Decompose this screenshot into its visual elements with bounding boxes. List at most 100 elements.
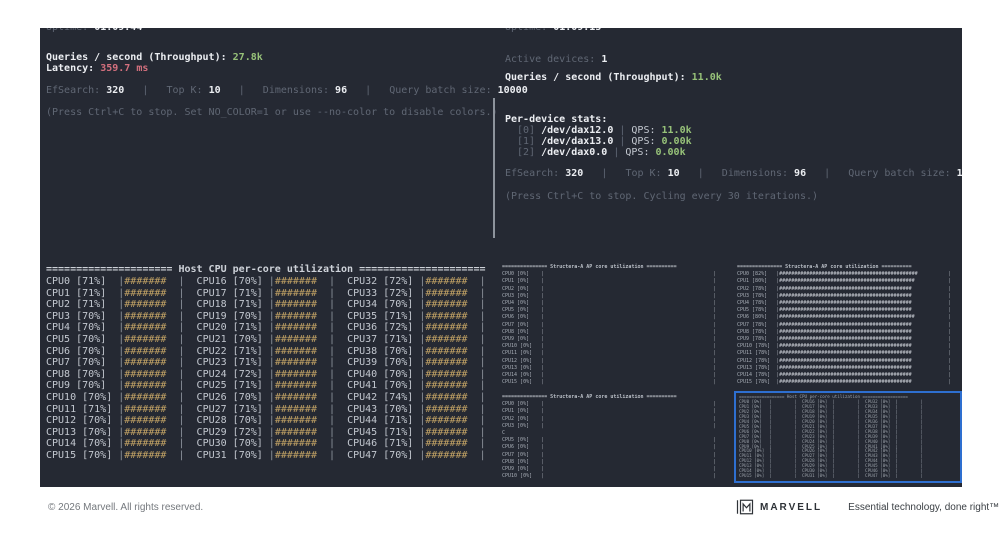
uptime-label: Uptime: xyxy=(505,28,547,33)
host-cpu-row: CPU15 [70%] |####### | CPU31 [70%] |####… xyxy=(46,449,486,461)
mini-cpu-row: CPU1 [80%] |############################… xyxy=(737,278,951,285)
device-stat-row: [2] /dev/dax0.0 | QPS: 0.00k xyxy=(517,147,686,158)
host-cpu-table-rows: CPU0 [71%] |####### | CPU16 [70%] |#####… xyxy=(46,276,486,462)
mini-cpu-row: CPU3 [0%] | | xyxy=(502,292,716,299)
mini-cpu-row: CPU13 [0%] | | xyxy=(502,364,716,371)
latency-line: Latency: 359.7 ms xyxy=(46,63,148,74)
mini-interrupt-row: C xyxy=(502,430,506,437)
mini-cpu-row: CPU3 [0%] | | xyxy=(502,422,716,429)
active-devices-label: Active devices: xyxy=(505,54,596,65)
throughput-value: 11.0k xyxy=(691,72,722,83)
mini-cpu-row: CPU4 [78%] |############################… xyxy=(737,300,951,307)
mini-cpu-row: CPU9 [0%] | | xyxy=(502,466,716,473)
mini-cpu-row: CPU6 [0%] | | xyxy=(502,314,716,321)
mini-cpu-row: CPU8 [0%] | | xyxy=(502,328,716,335)
mini-cpu-row: CPU10 [78%] |###########################… xyxy=(737,343,951,350)
host-cpu-panel-idle-focused: ================== Host CPU per-core uti… xyxy=(734,391,962,483)
mini-cpu-row: CPU14 [78%] |###########################… xyxy=(737,372,951,379)
mini-cpu-row: CPU1 [0%] | | xyxy=(502,408,716,415)
active-devices-line: Active devices: 1 xyxy=(505,54,607,65)
pane-divider xyxy=(493,98,495,238)
mini-cpu-row: CPU11 [0%] | | xyxy=(502,350,716,357)
mini-cpu-row: CPU9 [78%] |############################… xyxy=(737,336,951,343)
throughput-line: Queries / second (Throughput): 27.8k xyxy=(46,52,263,63)
latency-value: 359.7 ms xyxy=(100,63,149,74)
device-stats-rows: [0] /dev/dax12.0 | QPS: 11.0k [1] /dev/da… xyxy=(517,125,692,158)
host-cpu-row: CPU6 [70%] |####### | CPU22 [71%] |#####… xyxy=(46,345,486,357)
right-throughput-line: Queries / second (Throughput): 11.0k xyxy=(505,72,722,83)
host-cpu-row: CPU5 [70%] |####### | CPU21 [70%] |#####… xyxy=(46,333,486,345)
host-cpu-row: CPU14 [70%] |####### | CPU30 [70%] |####… xyxy=(46,438,486,450)
left-hint-line: (Press Ctrl+C to stop. Set NO_COLOR=1 or… xyxy=(46,107,498,118)
host-cpu-row: CPU11 [71%] |####### | CPU27 [71%] |####… xyxy=(46,403,486,415)
host-cpu-row: CPU7 [70%] |####### | CPU23 [71%] |#####… xyxy=(46,357,486,369)
right-uptime-line: Uptime: 01:09:15 xyxy=(505,28,601,33)
host-cpu-row: CPU9 [70%] |####### | CPU25 [71%] |#####… xyxy=(46,380,486,392)
device-stat-row: [1] /dev/dax13.0 | QPS: 0.00k xyxy=(517,136,692,147)
host-cpu-row: CPU4 [70%] |####### | CPU20 [71%] |#####… xyxy=(46,322,486,334)
host-cpu-row: CPU10 [70%] |####### | CPU26 [70%] |####… xyxy=(46,391,486,403)
left-params-line: EfSearch: 320 | Top K: 10 | Dimensions: … xyxy=(46,85,528,96)
mini-cpu-row: CPU5 [78%] |############################… xyxy=(737,307,951,314)
host-cpu-row: CPU0 [71%] |####### | CPU16 [70%] |#####… xyxy=(46,276,486,287)
mini-cpu-row: CPU10 [0%] | | xyxy=(502,343,716,350)
mini-cpu-row: CPU15 [0%] | | xyxy=(502,379,716,386)
mini-cpu-row: CPU5 [0%] | | xyxy=(502,307,716,314)
host-cpu-row: CPU1 [71%] |####### | CPU17 [71%] |#####… xyxy=(46,287,486,299)
mini-cpu-row: CPU12 [0%] | | xyxy=(502,357,716,364)
latency-label: Latency: xyxy=(46,63,95,74)
host-cpu-row: CPU12 [70%] |####### | CPU28 [70%] |####… xyxy=(46,415,486,427)
uptime-label: Uptime: xyxy=(46,28,88,33)
terminal-screenshot: Uptime: 01:09:44 Queries / second (Throu… xyxy=(40,28,962,487)
brand-wordmark: MARVELL xyxy=(760,501,823,513)
left-uptime-line: Uptime: 01:09:44 xyxy=(46,28,142,33)
host-cpu-row: CPU3 [70%] |####### | CPU19 [70%] |#####… xyxy=(46,310,486,322)
throughput-value: 27.8k xyxy=(232,52,263,63)
mini-cpu-row: CPU12 [78%] |###########################… xyxy=(737,357,951,364)
mini-panel-header: =============== Structera-A AP core util… xyxy=(502,394,677,400)
mini-panel-header: =============== Structera-A AP core util… xyxy=(737,264,912,270)
host-cpu-row: CPU8 [70%] |####### | CPU24 [72%] |#####… xyxy=(46,368,486,380)
mini-cpu-row: CPU4 [0%] | | xyxy=(502,300,716,307)
mini-cpu-row: CPU0 [0%] | | xyxy=(502,401,716,408)
mini-cpu-row: CPU0 [82%] |############################… xyxy=(737,271,951,278)
device-stat-row: [0] /dev/dax12.0 | QPS: 11.0k xyxy=(517,125,692,136)
mini-cpu-row: CPU13 [78%] |###########################… xyxy=(737,364,951,371)
throughput-label: Queries / second (Throughput): xyxy=(505,72,686,83)
mini-cpu-row: CPU3 [78%] |############################… xyxy=(737,292,951,299)
active-devices-value: 1 xyxy=(601,54,608,65)
brand-tagline: Essential technology, done right™ xyxy=(848,501,1000,513)
mini-cpu-row: CPU5 [0%] | | xyxy=(502,437,716,444)
mini-cpu-row: CPU2 [0%] | | xyxy=(502,285,716,292)
host-cpu-row: CPU2 [71%] |####### | CPU18 [71%] |#####… xyxy=(46,299,486,311)
mini-cpu-row: CPU7 [0%] | | xyxy=(502,451,716,458)
mini-cpu-row: CPU8 [0%] | | xyxy=(502,458,716,465)
per-device-stats-label: Per-device stats: xyxy=(505,114,608,125)
host-cpu-row: CPU13 [70%] |####### | CPU29 [72%] |####… xyxy=(46,426,486,438)
mini-cpu-row: CPU6 [0%] | | xyxy=(502,444,716,451)
mini-cpu-row: CPU15 [78%] |###########################… xyxy=(737,379,951,386)
mini-cpu-row: CPU11 [78%] |###########################… xyxy=(737,350,951,357)
mini-cpu-row: CPU6 [80%] |############################… xyxy=(737,314,951,321)
mini-cpu-row: CPU7 [78%] |############################… xyxy=(737,321,951,328)
right-hint-line: (Press Ctrl+C to stop. Cycling every 30 … xyxy=(505,191,819,202)
mini-cpu-row: CPU8 [78%] |############################… xyxy=(737,328,951,335)
mini-panel-header: =============== Structera-A AP core util… xyxy=(502,264,677,270)
tiny-cpu-row: CPU15 [0%] | | CPU31 [0%] | | CPU47 [0%]… xyxy=(739,473,929,479)
uptime-value: 01:09:44 xyxy=(94,28,142,33)
mini-cpu-row: CPU9 [0%] | | xyxy=(502,336,716,343)
structera-panel-busy: =============== Structera-A AP core util… xyxy=(737,264,960,386)
mini-cpu-row: CPU0 [0%] | | xyxy=(502,271,716,278)
mini-cpu-row: CPU2 [78%] |############################… xyxy=(737,285,951,292)
throughput-label: Queries / second (Throughput): xyxy=(46,52,227,63)
structera-panel-idle-top: =============== Structera-A AP core util… xyxy=(502,264,732,386)
mini-cpu-row: CPU14 [0%] | | xyxy=(502,372,716,379)
mini-cpu-row: CPU10 [0%] | | xyxy=(502,473,716,480)
brand-block: MARVELL Essential technology, done right… xyxy=(736,498,999,516)
mini-cpu-row: CPU2 [0%] | | xyxy=(502,415,716,422)
mini-cpu-row: CPU7 [0%] | | xyxy=(502,321,716,328)
host-cpu-table-header: ===================== Host CPU per-core … xyxy=(46,264,486,275)
uptime-value: 01:09:15 xyxy=(553,28,601,33)
right-params-line: EfSearch: 320 | Top K: 10 | Dimensions: … xyxy=(505,168,962,179)
copyright-text: © 2026 Marvell. All rights reserved. xyxy=(48,502,204,513)
